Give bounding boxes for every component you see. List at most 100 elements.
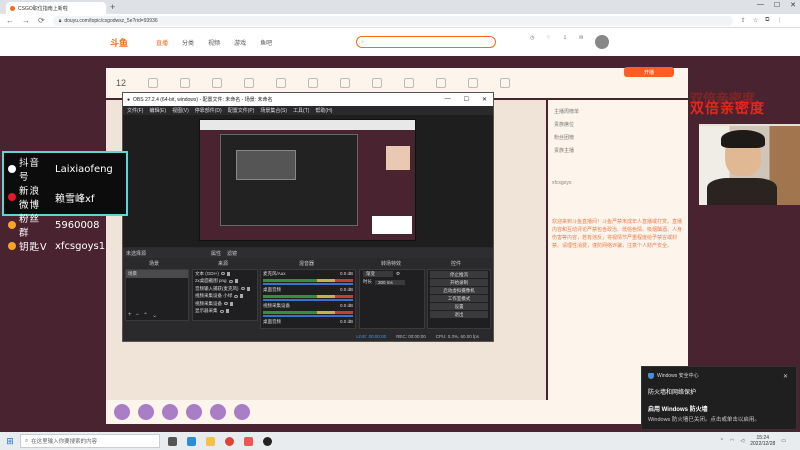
- up-icon[interactable]: ⌃: [143, 312, 148, 319]
- obs-taskbar-icon[interactable]: [263, 436, 272, 446]
- explorer-icon[interactable]: [206, 436, 215, 446]
- windows-start-icon[interactable]: ⊞: [0, 436, 20, 447]
- ball-icon[interactable]: [468, 78, 479, 88]
- start-record-button[interactable]: 开始录制: [430, 279, 488, 286]
- user-avatar[interactable]: [595, 35, 610, 49]
- forward-icon[interactable]: →: [22, 16, 30, 25]
- lock-icon[interactable]: [234, 279, 238, 284]
- gift-icon-1[interactable]: [114, 404, 130, 420]
- minimize-button[interactable]: —: [757, 1, 764, 9]
- lock-icon[interactable]: [240, 294, 244, 299]
- doc-icon[interactable]: [308, 78, 319, 88]
- source-item[interactable]: 音频输入捕获(麦克风): [193, 285, 257, 293]
- menu-icon[interactable]: ⋮: [776, 17, 782, 24]
- shield-badge-icon[interactable]: [340, 78, 351, 88]
- stop-stream-button[interactable]: 停止推流: [430, 271, 488, 278]
- eye-icon[interactable]: [240, 287, 245, 291]
- maximize-button[interactable]: ☐: [774, 1, 780, 9]
- browser-tab[interactable]: CSGO职位指南上新啦: [6, 2, 106, 14]
- star-icon[interactable]: ☆: [753, 17, 758, 24]
- source-item[interactable]: 视频采集设备: [193, 300, 257, 308]
- reload-icon[interactable]: ⟳: [38, 16, 45, 25]
- down-icon[interactable]: ⌄: [152, 312, 157, 319]
- notification-icon[interactable]: ▭: [781, 438, 786, 444]
- source-item[interactable]: 显示器采集: [193, 308, 257, 316]
- toast-close-icon[interactable]: ✕: [783, 373, 788, 380]
- close-button[interactable]: ✕: [790, 1, 796, 9]
- task-view-icon[interactable]: [168, 436, 177, 446]
- duration-input[interactable]: 300 ms: [375, 279, 405, 285]
- site-search-input[interactable]: ⌕: [356, 36, 497, 48]
- lock-icon[interactable]: [225, 309, 229, 314]
- menu-profile[interactable]: 配置文件(P): [228, 107, 255, 114]
- gift-icon-2[interactable]: [138, 404, 154, 420]
- volume-slider[interactable]: [263, 283, 353, 285]
- menu-docks[interactable]: 停靠部件(D): [195, 107, 222, 114]
- exit-button[interactable]: 退出: [430, 311, 488, 318]
- nav-item-live[interactable]: 直播: [156, 38, 168, 47]
- gift-icon-6[interactable]: [234, 404, 250, 420]
- open-live-button[interactable]: 开播: [624, 67, 674, 77]
- download-icon[interactable]: ⇩: [563, 35, 567, 49]
- chrome-icon[interactable]: [225, 436, 234, 446]
- gift-icon-3[interactable]: [162, 404, 178, 420]
- weekly-rank-tab[interactable]: 主播周榜单: [554, 108, 682, 115]
- eye-icon[interactable]: [234, 294, 239, 298]
- lock-icon[interactable]: [246, 286, 250, 291]
- smile-icon[interactable]: [500, 78, 511, 88]
- fan-rank-tab[interactable]: 粉丝团榜: [554, 134, 682, 141]
- menu-view[interactable]: 视图(V): [172, 107, 189, 114]
- extensions-icon[interactable]: ⧉: [765, 17, 769, 24]
- menu-help[interactable]: 帮助(H): [315, 107, 332, 114]
- settings-button[interactable]: 设置: [430, 303, 488, 310]
- crown-icon[interactable]: [404, 78, 415, 88]
- back-icon[interactable]: ←: [6, 16, 14, 25]
- filters-button[interactable]: 滤镜: [227, 250, 237, 257]
- volume-icon[interactable]: ◁: [740, 438, 744, 444]
- source-item[interactable]: 视频采集设备 小绿: [193, 293, 257, 301]
- taskbar-search[interactable]: ⌕ 在这里输入你要搜索的内容: [20, 434, 160, 448]
- share-icon[interactable]: ⇪: [741, 17, 746, 24]
- obs-minimize-button[interactable]: —: [445, 96, 451, 103]
- lock-icon[interactable]: [226, 271, 230, 276]
- gift-icon-5[interactable]: [210, 404, 226, 420]
- volume-slider[interactable]: [263, 315, 353, 317]
- address-bar[interactable]: 🔒︎ douyu.com/topic/csgodwsz_5e?rid=93936: [52, 15, 733, 26]
- gift-icon-4[interactable]: [186, 404, 202, 420]
- chart-icon[interactable]: [212, 78, 223, 88]
- obs-maximize-button[interactable]: ☐: [464, 96, 469, 103]
- new-tab-button[interactable]: +: [110, 2, 115, 12]
- edge-icon[interactable]: [187, 436, 196, 446]
- chevron-up-icon[interactable]: ⌃: [720, 438, 724, 444]
- gift-icon[interactable]: [148, 78, 159, 88]
- clock[interactable]: 15:24 2022/12/28: [750, 435, 775, 447]
- eye-icon[interactable]: [219, 309, 224, 313]
- wave-icon[interactable]: [180, 78, 191, 88]
- nav-item-category[interactable]: 分类: [182, 38, 194, 47]
- box-icon[interactable]: [436, 78, 447, 88]
- transition-select[interactable]: 渐变: [363, 271, 393, 277]
- chat-user[interactable]: xfcsgoys: [552, 180, 571, 186]
- lock-icon[interactable]: [230, 301, 233, 306]
- follow-icon[interactable]: ♡: [546, 35, 550, 49]
- studio-mode-button[interactable]: 工作室模式: [430, 295, 488, 302]
- menu-scene-collection[interactable]: 场景集合(S): [260, 107, 287, 114]
- eye-icon[interactable]: [228, 279, 233, 283]
- volume-slider[interactable]: [263, 299, 353, 301]
- nav-item-game[interactable]: 游戏: [234, 38, 246, 47]
- windows-notification[interactable]: Windows 安全中心 ✕ 防火墙和网络保护 启用 Windows 防火墙 W…: [641, 366, 797, 430]
- obs-preview[interactable]: [199, 119, 416, 241]
- network-icon[interactable]: ◠: [730, 438, 734, 444]
- nav-item-video[interactable]: 视频: [208, 38, 220, 47]
- noble-tab[interactable]: 贵族席位: [554, 121, 682, 128]
- obs-close-button[interactable]: ✕: [482, 96, 487, 103]
- eye-icon[interactable]: [224, 302, 228, 306]
- nav-item-yuba[interactable]: 鱼吧: [260, 38, 272, 47]
- diamond-icon[interactable]: [372, 78, 383, 88]
- cart-icon[interactable]: [276, 78, 287, 88]
- gear-icon[interactable]: ⚙: [396, 271, 400, 277]
- menu-tools[interactable]: 工具(T): [293, 107, 309, 114]
- history-icon[interactable]: ◷: [530, 35, 534, 49]
- app-icon[interactable]: [244, 436, 253, 446]
- properties-button[interactable]: 属性: [211, 250, 221, 257]
